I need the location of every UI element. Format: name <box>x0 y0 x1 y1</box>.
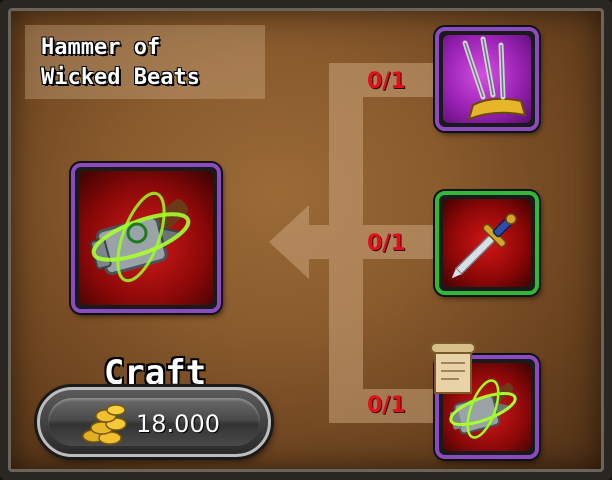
crafting-window: Hammer of Wicked Beats 0/1 0/1 0/1 Craft… <box>0 0 612 480</box>
ingredient-count-1: 0/1 <box>367 69 406 94</box>
ingredient-count-3: 0/1 <box>367 393 406 418</box>
golden-claw-icon <box>462 36 527 121</box>
craft-cost: 18.000 <box>136 410 220 438</box>
gold-coins-icon <box>82 404 127 445</box>
recipe-scroll-icon <box>430 342 476 394</box>
ingredient-count-2: 0/1 <box>367 231 406 256</box>
result-item-slot[interactable] <box>71 163 221 313</box>
glowing-hammer-icon <box>90 191 191 283</box>
craft-button[interactable]: 18.000 <box>37 387 271 457</box>
dagger-icon <box>451 213 517 279</box>
ingredient-slot-2[interactable] <box>435 191 539 295</box>
ingredient-slot-1[interactable] <box>435 27 539 131</box>
crafting-panel: Hammer of Wicked Beats 0/1 0/1 0/1 Craft… <box>8 8 604 472</box>
